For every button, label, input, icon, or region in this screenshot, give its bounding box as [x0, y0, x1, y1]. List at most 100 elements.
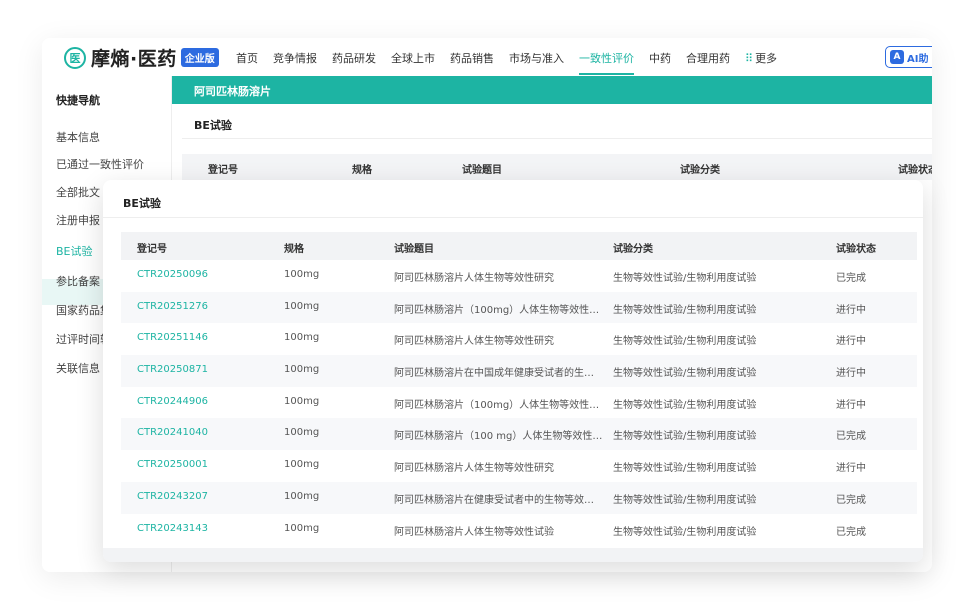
be-trial-card: BE试验 登记号 规格 试验题目 试验分类 试验状态 CTR20250096 1… [103, 180, 923, 562]
trial-title-cell: 阿司匹林肠溶片在健康受试者中的生物等效… [394, 494, 594, 506]
brand-logo[interactable]: 医 摩熵·医药 企业版 [64, 44, 219, 71]
table-header: 登记号 规格 试验题目 试验分类 试验状态 [121, 232, 917, 260]
trial-status-cell: 进行中 [836, 368, 866, 380]
trial-title-cell: 阿司匹林肠溶片（100mg）人体生物等效性… [394, 399, 600, 411]
spec-cell: 100mg [284, 364, 320, 376]
trial-status-cell: 进行中 [836, 304, 866, 316]
trial-category-cell: 生物等效性试验/生物利用度试验 [613, 304, 757, 316]
nav-more[interactable]: ⠿ 更多 [745, 50, 777, 66]
nav-item-home[interactable]: 首页 [236, 50, 258, 66]
nav-item-rnd[interactable]: 药品研发 [332, 50, 376, 66]
nav-item-tcm[interactable]: 中药 [649, 50, 671, 66]
trial-title-cell: 阿司匹林肠溶片人体生物等效性研究 [394, 336, 554, 348]
registration-no-link[interactable]: CTR20251146 [137, 332, 208, 343]
trial-category-cell: 生物等效性试验/生物利用度试验 [613, 399, 757, 411]
trial-status-cell: 已完成 [836, 431, 866, 443]
divider [182, 138, 932, 139]
trial-status-cell: 已完成 [836, 273, 866, 284]
nav-more-label: 更多 [755, 52, 778, 65]
spec-cell: 100mg [284, 269, 320, 280]
brand-name: 摩熵·医药 [91, 48, 177, 70]
col-trial-category: 试验分类 [613, 244, 653, 255]
registration-no-link[interactable]: CTR20243207 [137, 491, 208, 502]
edition-badge: 企业版 [180, 48, 219, 67]
registration-no-link[interactable]: CTR20251276 [137, 301, 208, 312]
table-row: CTR20251276 100mg 阿司匹林肠溶片（100mg）人体生物等效性…… [121, 291, 917, 324]
spec-cell: 100mg [284, 427, 320, 439]
trial-status-cell: 已完成 [836, 494, 866, 506]
sidebar-item-reference[interactable]: 参比备案 [56, 273, 100, 289]
sidebar-item-basic-info[interactable]: 基本信息 [56, 129, 100, 145]
nav-item-consistency[interactable]: 一致性评价 [579, 50, 634, 75]
trial-title-cell: 阿司匹林肠溶片人体生物等效性研究 [394, 463, 554, 475]
back-col-id: 登记号 [208, 165, 238, 176]
grid-dots-icon: ⠿ [745, 52, 754, 65]
sidebar-item-related[interactable]: 关联信息 [56, 360, 100, 376]
drug-title: 阿司匹林肠溶片 [194, 85, 271, 98]
top-nav: 医 摩熵·医药 企业版 首页 竞争情报 药品研发 全球上市 药品销售 市场与准入… [42, 38, 932, 76]
sidebar-item-passed[interactable]: 已通过一致性评价 [56, 156, 144, 172]
back-col-spec: 规格 [352, 165, 372, 176]
sidebar-item-be-trial[interactable]: BE试验 [56, 243, 93, 259]
trial-status-cell: 进行中 [836, 336, 866, 348]
trial-title-cell: 阿司匹林肠溶片（100 mg）人体生物等效性… [394, 431, 603, 443]
table-row: CTR20243207 100mg 阿司匹林肠溶片在健康受试者中的生物等效… 生… [121, 481, 917, 514]
nav-item-intel[interactable]: 竞争情报 [273, 50, 317, 66]
stage: 医 摩熵·医药 企业版 首页 竞争情报 药品研发 全球上市 药品销售 市场与准入… [0, 0, 968, 609]
table-row: CTR20241040 100mg 阿司匹林肠溶片（100 mg）人体生物等效性… [121, 418, 917, 451]
brand-mark-icon: 医 [64, 46, 86, 69]
back-col-status: 试验状态 [898, 165, 932, 176]
nav-links: 首页 竞争情报 药品研发 全球上市 药品销售 市场与准入 一致性评价 中药 合理… [236, 50, 792, 75]
table-row: CTR20250871 100mg 阿司匹林肠溶片在中国成年健康受试者的生… 生… [121, 355, 917, 387]
spec-cell: 100mg [284, 459, 320, 471]
trial-status-cell: 进行中 [836, 399, 866, 411]
spec-cell: 100mg [284, 490, 320, 502]
registration-no-link[interactable]: CTR20250001 [137, 459, 208, 470]
trial-title-cell: 阿司匹林肠溶片（100mg）人体生物等效性… [394, 304, 600, 316]
nav-item-rational[interactable]: 合理用药 [686, 50, 730, 66]
table-body: CTR20250096 100mg 阿司匹林肠溶片人体生物等效性研究 生物等效性… [121, 260, 917, 545]
trial-category-cell: 生物等效性试验/生物利用度试验 [613, 368, 757, 380]
nav-item-sales[interactable]: 药品销售 [450, 50, 494, 66]
trial-title-cell: 阿司匹林肠溶片人体生物等效性研究 [394, 273, 554, 284]
sidebar-item-registration[interactable]: 注册申报 [56, 212, 100, 228]
card-footer [103, 548, 923, 562]
drug-header-bar: 阿司匹林肠溶片 [172, 76, 932, 104]
trial-category-cell: 生物等效性试验/生物利用度试验 [613, 273, 757, 284]
registration-no-link[interactable]: CTR20250096 [137, 269, 208, 280]
trial-title-cell: 阿司匹林肠溶片在中国成年健康受试者的生… [394, 368, 594, 380]
registration-no-link[interactable]: CTR20250871 [137, 364, 208, 375]
sidebar-item-approvals[interactable]: 全部批文 [56, 184, 100, 200]
col-registration-no: 登记号 [137, 244, 167, 255]
col-trial-title: 试验题目 [394, 244, 434, 255]
trial-category-cell: 生物等效性试验/生物利用度试验 [613, 336, 757, 348]
spec-cell: 100mg [284, 395, 320, 407]
ai-assistant-button[interactable]: A AI助 [885, 46, 932, 68]
table-row: CTR20250096 100mg 阿司匹林肠溶片人体生物等效性研究 生物等效性… [121, 260, 917, 292]
table-row: CTR20250001 100mg 阿司匹林肠溶片人体生物等效性研究 生物等效性… [121, 450, 917, 482]
ai-button-label: AI助 [907, 53, 929, 65]
col-spec: 规格 [284, 244, 304, 255]
divider [103, 217, 923, 218]
table-row: CTR20244906 100mg 阿司匹林肠溶片（100mg）人体生物等效性…… [121, 387, 917, 419]
trial-status-cell: 已完成 [836, 526, 866, 538]
registration-no-link[interactable]: CTR20244906 [137, 396, 208, 407]
spec-cell: 100mg [284, 522, 320, 534]
sidebar-title: 快捷导航 [56, 94, 100, 107]
registration-no-link[interactable]: CTR20243143 [137, 523, 208, 534]
table-row: CTR20243143 100mg 阿司匹林肠溶片人体生物等效性试验 生物等效性… [121, 514, 917, 546]
back-section-title: BE试验 [194, 119, 232, 132]
trial-status-cell: 进行中 [836, 463, 866, 475]
nav-item-market[interactable]: 市场与准入 [509, 50, 564, 66]
ai-icon: A [890, 50, 904, 64]
trial-category-cell: 生物等效性试验/生物利用度试验 [613, 463, 757, 475]
card-title: BE试验 [123, 197, 161, 210]
spec-cell: 100mg [284, 332, 320, 344]
trial-category-cell: 生物等效性试验/生物利用度试验 [613, 494, 757, 506]
nav-item-global[interactable]: 全球上市 [391, 50, 435, 66]
col-trial-status: 试验状态 [836, 244, 876, 255]
registration-no-link[interactable]: CTR20241040 [137, 427, 208, 438]
back-col-category: 试验分类 [680, 165, 720, 176]
trial-category-cell: 生物等效性试验/生物利用度试验 [613, 431, 757, 443]
trial-title-cell: 阿司匹林肠溶片人体生物等效性试验 [394, 526, 554, 538]
